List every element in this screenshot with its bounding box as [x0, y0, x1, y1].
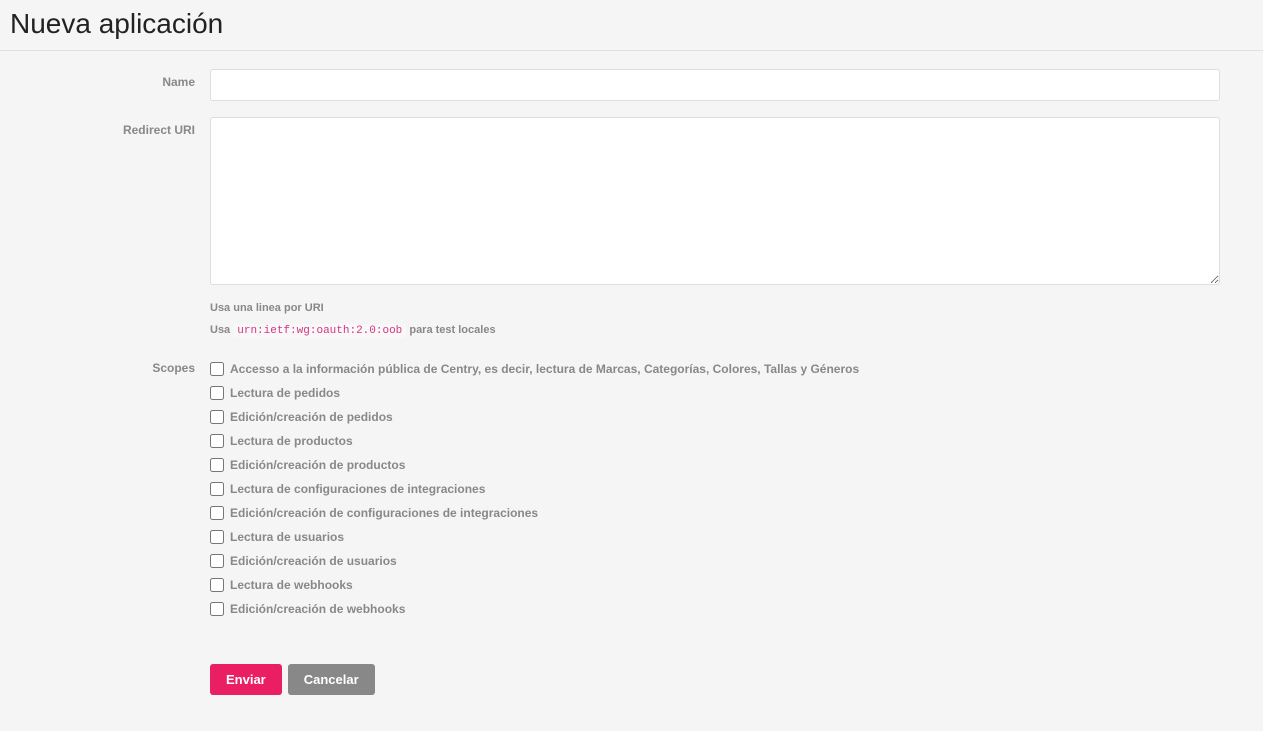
name-input[interactable] [210, 69, 1220, 101]
redirect-uri-control-wrapper: Usa una linea por URI Usa urn:ietf:wg:oa… [210, 117, 1220, 344]
scope-item: Edición/creación de webhooks [210, 600, 1220, 618]
scope-label[interactable]: Edición/creación de webhooks [230, 600, 405, 618]
form-row-buttons: Enviar Cancelar [10, 640, 1253, 695]
scope-item: Lectura de configuraciones de integracio… [210, 480, 1220, 498]
scope-checkbox[interactable] [210, 530, 224, 544]
scope-label[interactable]: Lectura de usuarios [230, 528, 344, 546]
scope-checkbox[interactable] [210, 434, 224, 448]
buttons-wrapper: Enviar Cancelar [210, 640, 1220, 695]
buttons-spacer [10, 640, 210, 695]
scopes-control-wrapper: Accesso a la información pública de Cent… [210, 360, 1220, 624]
submit-button[interactable]: Enviar [210, 664, 282, 695]
help-line-2: Usa urn:ietf:wg:oauth:2.0:oob para test … [210, 322, 1220, 341]
scope-checkbox[interactable] [210, 578, 224, 592]
scope-label[interactable]: Lectura de pedidos [230, 384, 340, 402]
scope-checkbox[interactable] [210, 506, 224, 520]
redirect-uri-textarea[interactable] [210, 117, 1220, 285]
scope-label[interactable]: Edición/creación de configuraciones de i… [230, 504, 538, 522]
page-header: Nueva aplicación [0, 0, 1263, 51]
name-control-wrapper [210, 69, 1220, 101]
scope-item: Lectura de productos [210, 432, 1220, 450]
form-row-redirect-uri: Redirect URI Usa una linea por URI Usa u… [10, 117, 1253, 344]
scope-label[interactable]: Lectura de productos [230, 432, 353, 450]
scope-item: Edición/creación de configuraciones de i… [210, 504, 1220, 522]
form-container: Name Redirect URI Usa una linea por URI … [0, 69, 1263, 731]
help-line-2-code: urn:ietf:wg:oauth:2.0:oob [233, 324, 406, 338]
scope-item: Edición/creación de usuarios [210, 552, 1220, 570]
name-label: Name [10, 69, 210, 101]
scope-item: Edición/creación de pedidos [210, 408, 1220, 426]
scope-label[interactable]: Edición/creación de usuarios [230, 552, 397, 570]
redirect-uri-help: Usa una linea por URI Usa urn:ietf:wg:oa… [210, 300, 1220, 340]
scope-checkbox[interactable] [210, 458, 224, 472]
scope-label[interactable]: Lectura de configuraciones de integracio… [230, 480, 485, 498]
scope-checkbox[interactable] [210, 362, 224, 376]
scope-checkbox[interactable] [210, 482, 224, 496]
scope-item: Accesso a la información pública de Cent… [210, 360, 1220, 378]
button-row: Enviar Cancelar [210, 664, 1220, 695]
page-title: Nueva aplicación [10, 8, 1253, 40]
scope-checkbox[interactable] [210, 386, 224, 400]
cancel-button[interactable]: Cancelar [288, 664, 375, 695]
form-row-name: Name [10, 69, 1253, 101]
help-line-2-prefix: Usa [210, 324, 233, 336]
scope-item: Edición/creación de productos [210, 456, 1220, 474]
scope-checkbox[interactable] [210, 554, 224, 568]
help-line-2-suffix: para test locales [409, 324, 495, 336]
redirect-uri-label: Redirect URI [10, 117, 210, 344]
scopes-checkbox-group: Accesso a la información pública de Cent… [210, 360, 1220, 624]
scope-label[interactable]: Accesso a la información pública de Cent… [230, 360, 859, 378]
help-line-1: Usa una linea por URI [210, 300, 1220, 318]
scope-item: Lectura de webhooks [210, 576, 1220, 594]
scope-label[interactable]: Edición/creación de pedidos [230, 408, 393, 426]
form-row-scopes: Scopes Accesso a la información pública … [10, 360, 1253, 624]
scopes-label: Scopes [10, 360, 210, 624]
scope-checkbox[interactable] [210, 602, 224, 616]
scope-item: Lectura de usuarios [210, 528, 1220, 546]
scope-label[interactable]: Lectura de webhooks [230, 576, 353, 594]
scope-item: Lectura de pedidos [210, 384, 1220, 402]
scope-checkbox[interactable] [210, 410, 224, 424]
scope-label[interactable]: Edición/creación de productos [230, 456, 405, 474]
